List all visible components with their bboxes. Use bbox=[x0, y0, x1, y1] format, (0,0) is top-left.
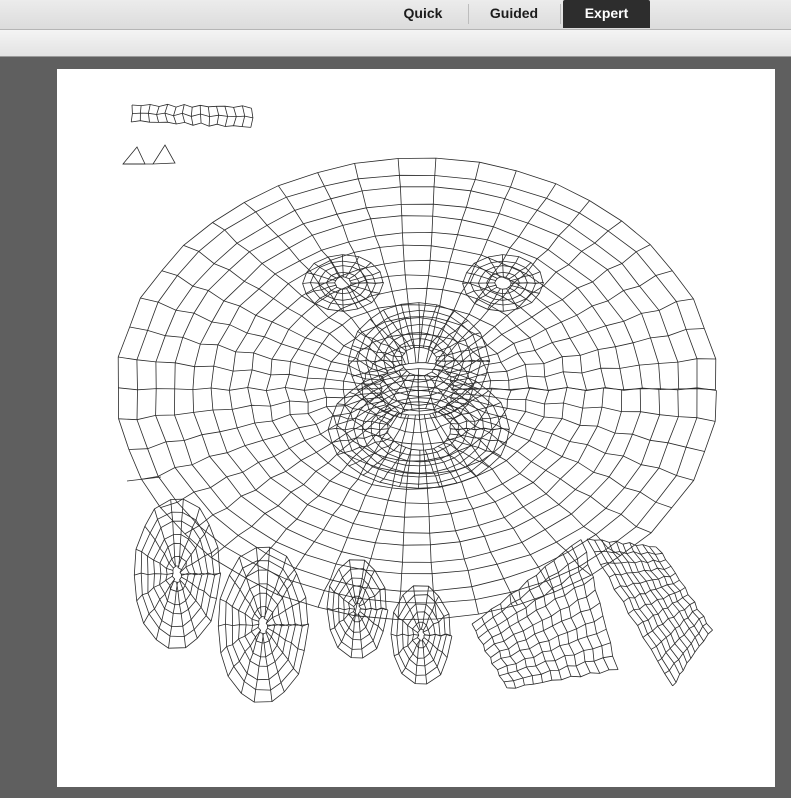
tab-divider bbox=[560, 4, 561, 24]
mode-bar: Quick Guided Expert bbox=[0, 0, 791, 30]
uv-wireframe-image bbox=[117, 103, 717, 703]
tool-options-bar bbox=[0, 30, 791, 57]
tab-quick[interactable]: Quick bbox=[380, 0, 466, 28]
tab-expert[interactable]: Expert bbox=[563, 0, 650, 28]
tab-guided[interactable]: Guided bbox=[470, 0, 558, 28]
document-canvas[interactable] bbox=[57, 69, 775, 787]
tab-divider bbox=[468, 4, 469, 24]
